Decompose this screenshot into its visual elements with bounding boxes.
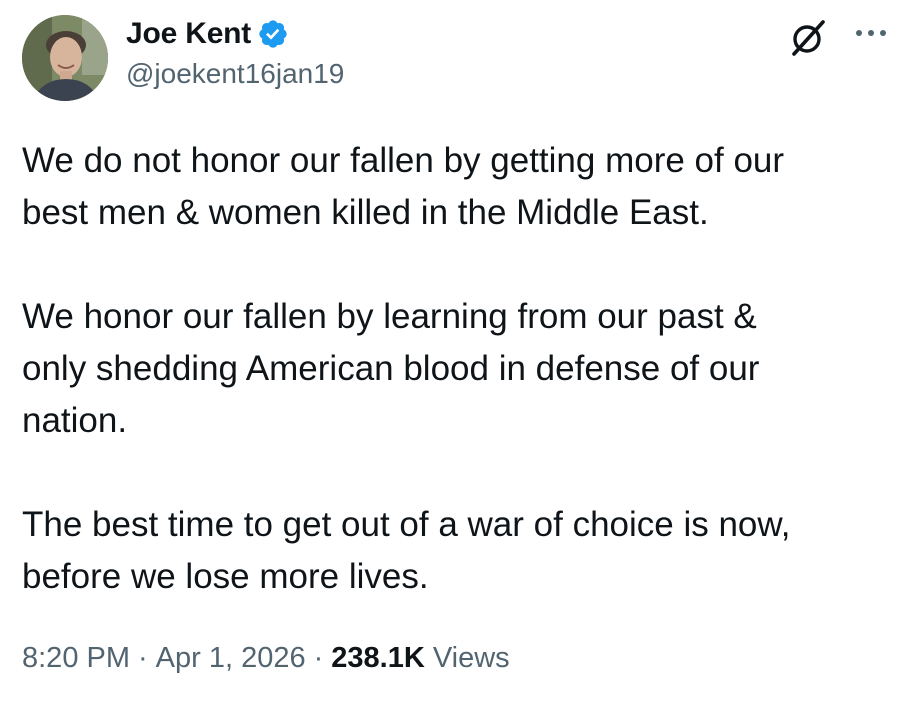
author-handle[interactable]: @joekent16jan19 (126, 58, 344, 90)
tweet-date[interactable]: Apr 1, 2026 (156, 642, 306, 675)
display-name[interactable]: Joe Kent (126, 17, 251, 51)
tweet-meta: 8:20 PM · Apr 1, 2026 · 238.1K Views (22, 642, 510, 675)
views-label[interactable]: Views (433, 642, 510, 675)
tweet-text: We do not honor our fallen by getting mo… (22, 135, 902, 603)
tweet-card: Joe Kent @joekent16jan19 We do not honor… (0, 0, 920, 716)
tweet-time[interactable]: 8:20 PM (22, 642, 130, 675)
avatar-image (22, 15, 108, 101)
name-row: Joe Kent (126, 14, 289, 54)
meta-separator: · (313, 642, 324, 674)
tweet-paragraph-2: We honor our fallen by learning from our… (22, 297, 760, 440)
verified-badge-icon[interactable] (257, 18, 289, 50)
more-icon[interactable] (854, 26, 888, 40)
views-count[interactable]: 238.1K (331, 642, 425, 675)
avatar[interactable] (22, 15, 108, 101)
tweet-paragraph-1: We do not honor our fallen by getting mo… (22, 141, 785, 232)
tweet-paragraph-3: The best time to get out of a war of cho… (22, 505, 791, 596)
grok-icon[interactable] (788, 18, 828, 58)
meta-separator: · (138, 642, 148, 674)
